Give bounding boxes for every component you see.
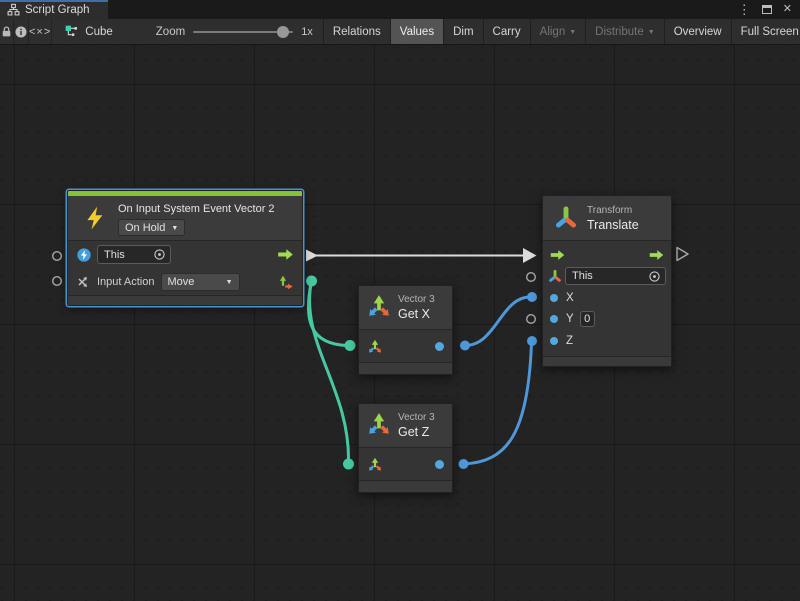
- vector3-icon: [366, 292, 392, 320]
- event-this-field[interactable]: This: [97, 245, 171, 264]
- getx-category: Vector 3: [398, 293, 435, 306]
- code-preview-button[interactable]: <×>: [29, 19, 52, 44]
- input-action-dropdown[interactable]: Move ▼: [161, 273, 240, 291]
- event-node-footer: [68, 295, 302, 305]
- control-input-arrow-icon[interactable]: [549, 249, 566, 261]
- graph-target-label: Cube: [85, 26, 113, 38]
- lock-button[interactable]: [0, 19, 14, 44]
- control-output-arrow-icon[interactable]: [648, 249, 665, 261]
- vector3-icon: [366, 410, 392, 438]
- values-button[interactable]: Values: [390, 19, 443, 44]
- tab-title: Script Graph: [25, 4, 90, 16]
- vector3-input-port-icon[interactable]: [367, 338, 383, 355]
- info-icon: [14, 25, 28, 39]
- control-output-arrow-icon[interactable]: [276, 248, 295, 261]
- port-z-label: Z: [566, 335, 573, 347]
- getx-output-port-dot[interactable]: [435, 342, 444, 351]
- getz-output-port-dot[interactable]: [435, 460, 444, 469]
- getz-node-footer: [359, 480, 452, 492]
- dim-button[interactable]: Dim: [443, 19, 482, 44]
- zoom-slider[interactable]: [193, 31, 293, 33]
- zoom-cluster: Zoom 1x: [156, 26, 313, 38]
- node-transform-translate[interactable]: Transform Translate This: [542, 195, 672, 367]
- sitemap-icon: [7, 3, 20, 16]
- chevron-down-icon: ▼: [648, 29, 655, 36]
- align-button[interactable]: Align ▼: [530, 19, 586, 44]
- event-mode-dropdown[interactable]: On Hold ▼: [118, 219, 185, 236]
- event-node-title: On Input System Event Vector 2: [118, 203, 275, 216]
- chevron-down-icon: ▼: [226, 279, 233, 286]
- input-action-label: Input Action: [97, 276, 155, 288]
- close-icon[interactable]: ✕: [783, 4, 792, 15]
- zoom-label: Zoom: [156, 26, 185, 38]
- tab-script-graph[interactable]: Script Graph: [0, 0, 108, 19]
- code-icon: <×>: [29, 26, 51, 38]
- getz-category: Vector 3: [398, 411, 435, 424]
- graph-icon: [64, 24, 80, 40]
- zoom-value: 1x: [301, 26, 313, 38]
- self-target-icon[interactable]: [648, 270, 661, 283]
- port-y-dot[interactable]: [550, 315, 558, 323]
- overview-button[interactable]: Overview: [664, 19, 731, 44]
- fullscreen-button[interactable]: Full Screen: [731, 19, 800, 44]
- menu-icon[interactable]: ⋮: [738, 3, 751, 16]
- translate-node-footer: [543, 356, 671, 366]
- inspect-button[interactable]: [14, 19, 29, 44]
- script-graph-window: Script Graph ⋮ ✕ <×>: [0, 0, 800, 601]
- zoom-slider-handle[interactable]: [277, 26, 289, 38]
- getx-name: Get X: [398, 306, 435, 322]
- lightning-icon: [82, 204, 108, 232]
- getx-node-footer: [359, 362, 452, 374]
- vector3-input-port-icon[interactable]: [367, 456, 383, 473]
- self-target-icon[interactable]: [153, 248, 166, 261]
- maximize-icon[interactable]: [762, 5, 772, 14]
- getz-name: Get Z: [398, 424, 435, 440]
- tab-focus-accent: [0, 0, 108, 2]
- distribute-button[interactable]: Distribute ▼: [585, 19, 664, 44]
- translate-category: Transform: [587, 204, 639, 217]
- chevron-down-icon: ▼: [569, 29, 576, 36]
- tab-bar: Script Graph ⋮ ✕: [0, 0, 800, 19]
- port-y-value[interactable]: 0: [580, 311, 595, 327]
- port-z-dot[interactable]: [550, 337, 558, 345]
- port-x-label: X: [566, 292, 574, 304]
- graph-breadcrumb[interactable]: Cube Zoom 1x: [52, 19, 323, 44]
- node-vector3-get-z[interactable]: Vector 3 Get Z: [358, 403, 453, 493]
- translate-this-field[interactable]: This: [565, 267, 666, 285]
- port-x-dot[interactable]: [550, 294, 558, 302]
- carry-button[interactable]: Carry: [483, 19, 530, 44]
- vector2-output-icon[interactable]: [277, 273, 295, 291]
- transform-icon: [553, 204, 579, 230]
- lock-icon: [0, 25, 13, 39]
- transform-mini-icon: [548, 269, 562, 283]
- translate-name: Translate: [587, 217, 639, 233]
- graph-toolbar: <×> Cube Zoom 1x Relations Values Dim Ca…: [0, 19, 800, 45]
- window-controls: ⋮ ✕: [738, 0, 800, 19]
- node-on-input-system-event[interactable]: On Input System Event Vector 2 On Hold ▼…: [67, 190, 303, 306]
- toolbar-buttons: Relations Values Dim Carry Align ▼ Distr…: [323, 19, 800, 44]
- relations-button[interactable]: Relations: [323, 19, 390, 44]
- port-y-label: Y: [566, 313, 574, 325]
- self-lightning-icon: [76, 247, 92, 263]
- chevron-down-icon: ▼: [171, 225, 178, 232]
- input-action-icon: [76, 274, 92, 290]
- node-vector3-get-x[interactable]: Vector 3 Get X: [358, 285, 453, 375]
